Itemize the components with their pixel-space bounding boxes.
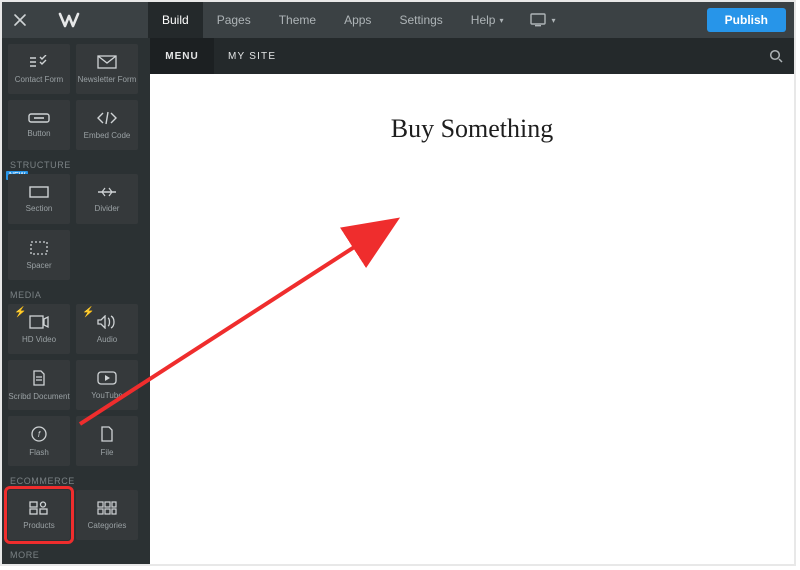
- divider-icon: [97, 186, 117, 200]
- site-name[interactable]: MY SITE: [214, 51, 758, 62]
- tile-embed-code[interactable]: Embed Code: [76, 100, 138, 150]
- weebly-logo-icon: [58, 10, 128, 30]
- envelope-icon: [97, 55, 117, 71]
- tab-settings[interactable]: Settings: [385, 2, 456, 38]
- chevron-down-icon: ▾: [552, 16, 556, 25]
- menu-button[interactable]: MENU: [150, 38, 214, 74]
- site-search-button[interactable]: [758, 49, 794, 63]
- device-icon: [530, 13, 548, 27]
- tile-label: Categories: [88, 521, 127, 530]
- category-media: MEDIA: [10, 290, 142, 300]
- tile-label: Embed Code: [84, 131, 131, 140]
- section-icon: [29, 186, 49, 200]
- main-area: Contact Form Newsletter Form Button Embe…: [2, 38, 794, 564]
- tab-pages[interactable]: Pages: [203, 2, 265, 38]
- tile-youtube[interactable]: YouTube: [76, 360, 138, 410]
- document-icon: [32, 370, 46, 388]
- app-frame: Build Pages Theme Apps Settings Help▾ ▾ …: [0, 0, 796, 566]
- youtube-icon: [97, 371, 117, 387]
- content-area: MENU MY SITE Buy Something: [150, 38, 794, 564]
- tile-label: YouTube: [91, 391, 122, 400]
- tab-theme[interactable]: Theme: [265, 2, 330, 38]
- tile-scribd-document[interactable]: Scribd Document: [8, 360, 70, 410]
- products-icon: [29, 501, 49, 517]
- publish-button[interactable]: Publish: [707, 8, 786, 32]
- button-icon: [28, 113, 50, 125]
- svg-text:f: f: [38, 430, 41, 439]
- tile-label: Scribd Document: [8, 392, 69, 401]
- close-button[interactable]: [2, 2, 38, 38]
- tile-label: Products: [23, 521, 55, 530]
- tile-label: File: [101, 448, 114, 457]
- tile-label: Button: [27, 129, 50, 138]
- tile-section[interactable]: Section: [8, 174, 70, 224]
- tile-label: Flash: [29, 448, 49, 457]
- spacer-icon: [30, 241, 48, 257]
- weebly-logo: [38, 2, 148, 38]
- page-canvas[interactable]: Buy Something: [150, 74, 794, 564]
- bolt-icon: ⚡: [14, 307, 26, 318]
- tile-divider[interactable]: Divider: [76, 174, 138, 224]
- file-icon: [100, 426, 114, 444]
- tile-spacer[interactable]: Spacer: [8, 230, 70, 280]
- site-subnav: MENU MY SITE: [150, 38, 794, 74]
- audio-icon: [97, 315, 117, 331]
- bolt-icon: ⚡: [82, 307, 94, 318]
- category-ecommerce: ECOMMERCE: [10, 476, 142, 486]
- tile-label: Divider: [95, 204, 120, 213]
- flash-icon: f: [31, 426, 47, 444]
- category-more: MORE: [10, 550, 142, 560]
- category-structure: STRUCTURE: [10, 160, 142, 170]
- tile-label: HD Video: [22, 335, 56, 344]
- top-tabs: Build Pages Theme Apps Settings Help▾: [148, 2, 518, 38]
- tile-button[interactable]: Button: [8, 100, 70, 150]
- close-icon: [13, 13, 27, 27]
- categories-icon: [97, 501, 117, 517]
- tile-file[interactable]: File: [76, 416, 138, 466]
- page-heading[interactable]: Buy Something: [391, 114, 554, 144]
- tile-label: Newsletter Form: [78, 75, 137, 84]
- top-nav: Build Pages Theme Apps Settings Help▾ ▾ …: [2, 2, 794, 38]
- device-preview-menu[interactable]: ▾: [518, 2, 568, 38]
- tile-label: Spacer: [26, 261, 51, 270]
- search-icon: [769, 49, 783, 63]
- tile-label: Section: [26, 204, 53, 213]
- checklist-icon: [29, 55, 49, 71]
- tile-hd-video[interactable]: ⚡ HD Video: [8, 304, 70, 354]
- chevron-down-icon: ▾: [499, 16, 503, 25]
- tab-help[interactable]: Help▾: [457, 2, 518, 38]
- code-icon: [96, 111, 118, 127]
- tile-label: Audio: [97, 335, 117, 344]
- video-icon: [29, 315, 49, 331]
- tile-flash[interactable]: f Flash: [8, 416, 70, 466]
- tile-contact-form[interactable]: Contact Form: [8, 44, 70, 94]
- tile-categories[interactable]: Categories: [76, 490, 138, 540]
- tab-apps[interactable]: Apps: [330, 2, 385, 38]
- tab-build[interactable]: Build: [148, 2, 203, 38]
- tile-audio[interactable]: ⚡ Audio: [76, 304, 138, 354]
- element-palette: Contact Form Newsletter Form Button Embe…: [2, 38, 150, 564]
- tile-products[interactable]: Products: [8, 490, 70, 540]
- tile-newsletter-form[interactable]: Newsletter Form: [76, 44, 138, 94]
- tile-label: Contact Form: [15, 75, 63, 84]
